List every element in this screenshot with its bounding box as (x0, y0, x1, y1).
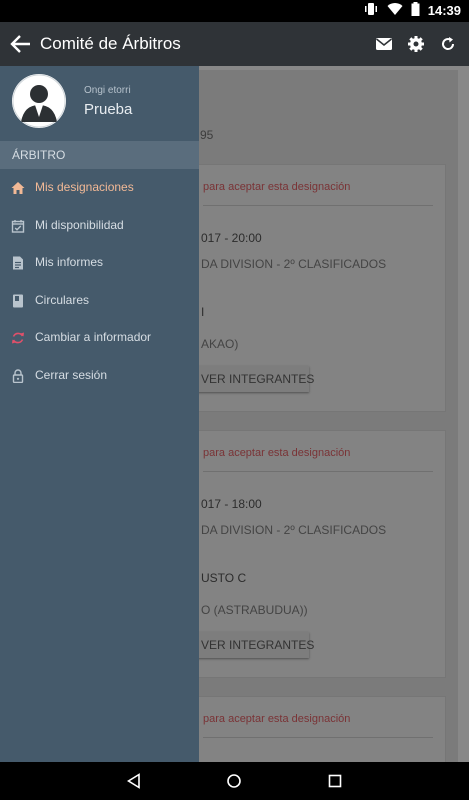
match-team: I (201, 305, 205, 319)
username: Prueba (84, 101, 133, 118)
menu-item-label: Mis informes (35, 255, 104, 269)
mail-icon[interactable] (375, 35, 393, 53)
menu-item-designaciones[interactable]: Mis designaciones (0, 169, 199, 207)
greeting: Ongi etorri (84, 85, 131, 96)
match-venue: O (ASTRABUDUA)) (201, 603, 308, 617)
drawer-menu: Mis designaciones Mi disponibilidad Mis … (0, 169, 199, 394)
match-team: USTO C (201, 571, 247, 585)
divider (203, 737, 433, 738)
divider (203, 205, 433, 206)
book-icon (11, 294, 25, 308)
app-bar: Comité de Árbitros (0, 22, 469, 66)
vibrate-icon (363, 2, 379, 21)
menu-item-cambiar-informador[interactable]: Cambiar a informador (0, 319, 199, 357)
match-category: DA DIVISION - 2º CLASIFICADOS (201, 523, 387, 537)
menu-item-label: Cerrar sesión (35, 367, 108, 382)
menu-item-circulares[interactable]: Circulares (0, 282, 199, 320)
accept-warning: para aceptar esta designación (203, 713, 351, 725)
system-nav-bar (0, 762, 469, 800)
app-title: Comité de Árbitros (40, 34, 181, 53)
navigation-drawer: Ongi etorri Prueba ÁRBITRO Mis designaci… (0, 66, 199, 762)
sync-icon (11, 331, 25, 345)
designation-card: para aceptar esta designación 017 - 18:0… (178, 430, 446, 678)
refresh-icon[interactable] (439, 35, 457, 53)
drawer-header: Ongi etorri Prueba (0, 66, 199, 141)
menu-item-label: Circulares (35, 292, 90, 307)
menu-item-label: Mis designaciones (35, 180, 134, 194)
divider (203, 471, 433, 472)
match-category: DA DIVISION - 2º CLASIFICADOS (201, 257, 387, 271)
menu-item-cerrar-sesion[interactable]: Cerrar sesión (0, 357, 199, 395)
back-arrow-icon[interactable] (10, 34, 32, 54)
nav-home-icon[interactable] (226, 773, 242, 789)
match-datetime: 017 - 20:00 (201, 231, 262, 245)
lock-icon (11, 368, 25, 383)
menu-item-label: Mi disponibilidad (35, 217, 124, 232)
menu-item-label: Cambiar a informador (35, 330, 152, 344)
designation-card: para aceptar esta designación 017 - 20:0… (178, 164, 446, 412)
nav-back-icon[interactable] (126, 773, 142, 789)
match-venue: AKAO) (201, 337, 239, 351)
accept-warning: para aceptar esta designación (203, 181, 351, 193)
home-icon (11, 181, 25, 195)
ref-fragment: 95 (200, 128, 214, 142)
settings-gear-icon[interactable] (407, 35, 425, 53)
calendar-check-icon (11, 219, 25, 233)
designation-card: para aceptar esta designación (178, 696, 446, 762)
nav-recents-icon[interactable] (327, 773, 343, 789)
section-header: ÁRBITRO (0, 141, 199, 169)
clock: 14:39 (427, 3, 461, 18)
view-members-button[interactable]: VER INTEGRANTES (195, 366, 314, 392)
battery-icon (411, 1, 420, 21)
menu-item-informes[interactable]: Mis informes (0, 244, 199, 282)
view-members-button[interactable]: VER INTEGRANTES (195, 632, 314, 658)
wifi-icon (387, 2, 403, 21)
match-datetime: 017 - 18:00 (201, 497, 262, 511)
accept-warning: para aceptar esta designación (203, 447, 351, 459)
avatar (12, 74, 66, 128)
menu-item-disponibilidad[interactable]: Mi disponibilidad (0, 207, 199, 245)
status-bar: 14:39 (0, 0, 469, 22)
document-icon (11, 256, 25, 270)
